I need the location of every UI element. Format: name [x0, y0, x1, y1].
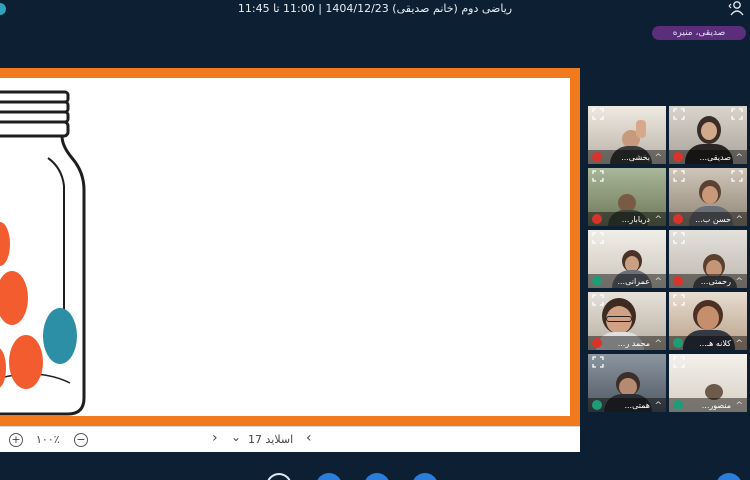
- mic-muted-icon: [673, 214, 683, 224]
- ball-orange-4: [0, 348, 6, 388]
- video-tile[interactable]: رحمتی... ^: [669, 230, 747, 288]
- video-tile[interactable]: همتی... ^: [588, 354, 666, 412]
- expand-icon[interactable]: [592, 232, 604, 244]
- user-icon[interactable]: [728, 0, 746, 16]
- participant-name: رحمتی...: [700, 277, 731, 286]
- video-tile[interactable]: حسن ب... ^: [669, 168, 747, 226]
- zoom-level: ۱۰۰٪: [36, 433, 60, 446]
- participant-name: صدیقی...: [699, 153, 731, 162]
- mic-muted-icon: [592, 338, 602, 348]
- video-tile[interactable]: صدیقی... ^: [669, 106, 747, 164]
- zoom-out-button[interactable]: −: [74, 433, 88, 447]
- expand-icon[interactable]: [673, 294, 685, 306]
- record-button[interactable]: [266, 473, 292, 480]
- expand-icon[interactable]: [673, 232, 685, 244]
- expand-icon[interactable]: [731, 170, 743, 182]
- video-tile[interactable]: دریابار... ^: [588, 168, 666, 226]
- participant-name: منصور...: [701, 401, 731, 410]
- video-tile[interactable]: منصور... ^: [669, 354, 747, 412]
- mic-muted-icon: [673, 276, 683, 286]
- slide-number[interactable]: اسلاید 17: [248, 432, 293, 448]
- chevron-up-icon[interactable]: ^: [735, 339, 743, 349]
- chevron-up-icon[interactable]: ^: [654, 277, 662, 287]
- chevron-up-icon[interactable]: ^: [654, 401, 662, 411]
- mic-muted-icon: [592, 152, 602, 162]
- mic-muted-icon: [673, 152, 683, 162]
- video-tile[interactable]: بخشی... ^: [588, 106, 666, 164]
- jar-illustration: [0, 90, 86, 416]
- participant-name: محمد ر...: [617, 339, 650, 348]
- chevron-up-icon[interactable]: ^: [735, 277, 743, 287]
- raised-hand: [636, 120, 646, 138]
- slide-dropdown-icon[interactable]: ⌄: [231, 429, 241, 445]
- ball-orange-1: [0, 222, 10, 266]
- participant-name: همتی...: [624, 401, 650, 410]
- expand-icon[interactable]: [673, 108, 685, 120]
- participant-name: عمرانی...: [617, 277, 650, 286]
- chevron-up-icon[interactable]: ^: [654, 215, 662, 225]
- video-tile[interactable]: عمرانی... ^: [588, 230, 666, 288]
- top-bar: ریاضی دوم (خانم صدیقی) 1404/12/23 | 11:0…: [0, 0, 750, 20]
- slide-canvas: [0, 78, 570, 416]
- expand-icon[interactable]: [592, 108, 604, 120]
- participant-name: بخشی...: [621, 153, 650, 162]
- video-tile[interactable]: کلانه هـ... ^: [669, 292, 747, 350]
- chevron-up-icon[interactable]: ^: [735, 401, 743, 411]
- participant-name: حسن ب...: [695, 215, 731, 224]
- next-slide-button[interactable]: ›: [212, 430, 218, 446]
- mic-on-icon: [673, 338, 683, 348]
- video-tile[interactable]: محمد ر... ^: [588, 292, 666, 350]
- session-title: ریاضی دوم (خانم صدیقی) 1404/12/23 | 11:0…: [237, 2, 513, 15]
- expand-icon[interactable]: [592, 170, 604, 182]
- expand-icon[interactable]: [673, 170, 685, 182]
- mic-on-icon: [592, 400, 602, 410]
- ball-teal: [43, 308, 77, 364]
- glasses: [606, 316, 632, 322]
- zoom-in-button[interactable]: +: [9, 433, 23, 447]
- screen-share-button[interactable]: [412, 473, 438, 480]
- participant-name: کلانه هـ...: [699, 339, 731, 348]
- expand-icon[interactable]: [592, 294, 604, 306]
- expand-icon[interactable]: [731, 108, 743, 120]
- chevron-up-icon[interactable]: ^: [654, 339, 662, 349]
- participant-name: دریابار...: [621, 215, 650, 224]
- chevron-up-icon[interactable]: ^: [735, 153, 743, 163]
- ball-orange-2: [0, 271, 28, 325]
- mic-muted-icon: [592, 214, 602, 224]
- chat-button[interactable]: [716, 473, 742, 480]
- ball-orange-3: [9, 335, 43, 389]
- mic-on-icon: [592, 276, 602, 286]
- chevron-up-icon[interactable]: ^: [654, 153, 662, 163]
- expand-icon[interactable]: [592, 356, 604, 368]
- camera-button[interactable]: [364, 473, 390, 480]
- active-speaker-badge: صدیقی، منیره: [652, 26, 746, 40]
- expand-icon[interactable]: [673, 356, 685, 368]
- mic-on-icon: [673, 400, 683, 410]
- presentation-controls: + ۱۰۰٪ − › ⌄ اسلاید 17 ‹: [0, 426, 580, 452]
- prev-slide-button[interactable]: ‹: [306, 430, 312, 446]
- presentation-frame: [0, 68, 580, 426]
- chevron-up-icon[interactable]: ^: [735, 215, 743, 225]
- microphone-button[interactable]: [316, 473, 342, 480]
